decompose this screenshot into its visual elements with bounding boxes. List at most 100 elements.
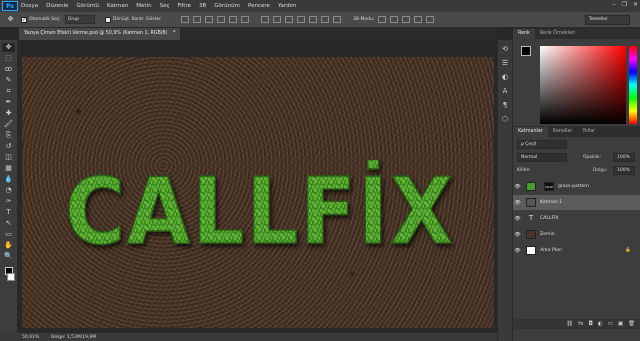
workspace-dropdown[interactable]: Temeller [585, 15, 630, 25]
menu-item-3b[interactable]: 3B [199, 3, 206, 9]
layer-row[interactable]: 👁 Arka Plan 🔒 [513, 243, 640, 258]
zoom-level[interactable]: 50,91% [22, 335, 39, 340]
link-layers-icon[interactable]: ⛓ [566, 321, 573, 327]
foreground-color-swatch[interactable] [521, 46, 531, 56]
brush-tool-icon[interactable]: 🖌 [2, 120, 15, 129]
document-info[interactable]: Belge: 1,53M/19,9M [51, 335, 96, 340]
menu-item-dosya[interactable]: Dosya [21, 3, 38, 9]
tab-swatches[interactable]: Renk Örnekleri [535, 29, 580, 39]
menu-item-sec[interactable]: Seç [160, 3, 170, 9]
menu-item-katman[interactable]: Katman [107, 3, 128, 9]
eyedropper-tool-icon[interactable]: ✒ [2, 98, 15, 107]
menu-item-filtre[interactable]: Filtre [177, 3, 191, 9]
visibility-eye-icon[interactable]: 👁 [513, 184, 522, 190]
move-tool-preset-icon[interactable]: ✥ [4, 15, 17, 24]
distribute-vcenter-icon[interactable] [273, 16, 282, 23]
history-brush-tool-icon[interactable]: ↺ [2, 142, 15, 151]
align-top-icon[interactable] [181, 16, 190, 23]
menu-item-yardim[interactable]: Yardım [278, 3, 297, 9]
gradient-tool-icon[interactable]: ▦ [2, 164, 15, 173]
character-panel-icon[interactable]: A [501, 87, 510, 95]
tab-color[interactable]: Renk [513, 29, 535, 39]
menu-item-duzenle[interactable]: Düzenle [46, 3, 68, 9]
menu-item-metin[interactable]: Metin [136, 3, 151, 9]
hand-tool-icon[interactable]: ✋ [2, 241, 15, 250]
layer-row[interactable]: 👁 T CALLFİX [513, 211, 640, 226]
menu-item-gorunum[interactable]: Görünüm [214, 3, 240, 9]
type-tool-icon[interactable]: T [2, 208, 15, 217]
trash-icon[interactable]: 🗑 [628, 321, 635, 327]
3d-pan-icon[interactable] [402, 16, 411, 23]
adjustment-icon[interactable]: ◐ [598, 321, 603, 327]
path-select-tool-icon[interactable]: ↖ [2, 219, 15, 228]
document-canvas[interactable]: CALLFİX [22, 57, 494, 328]
eraser-tool-icon[interactable]: ◫ [2, 153, 15, 162]
document-tab[interactable]: Yazıya Çimen Efekti Verme.psd @ 50,9% (K… [19, 28, 181, 40]
document-tab-close-icon[interactable]: * [173, 31, 175, 36]
align-vcenter-icon[interactable] [193, 16, 202, 23]
distribute-top-icon[interactable] [261, 16, 270, 23]
tab-paths[interactable]: Yollar [577, 127, 600, 137]
dodge-tool-icon[interactable]: ◔ [2, 186, 15, 195]
align-left-icon[interactable] [217, 16, 226, 23]
new-layer-icon[interactable]: ▣ [618, 321, 623, 327]
quick-select-tool-icon[interactable]: ✎ [2, 76, 15, 85]
opacity-input[interactable]: 100% [613, 153, 635, 162]
distribute-bottom-icon[interactable] [285, 16, 294, 23]
clone-stamp-tool-icon[interactable]: ⎘ [2, 131, 15, 140]
3d-panel-icon[interactable]: ⬡ [501, 115, 510, 123]
adjustments-panel-icon[interactable]: ◐ [501, 73, 510, 81]
pen-tool-icon[interactable]: ✑ [2, 197, 15, 206]
history-panel-icon[interactable]: ⟲ [501, 45, 510, 53]
minimize-icon[interactable]: – [613, 1, 616, 8]
distribute-hcenter-icon[interactable] [309, 16, 318, 23]
paragraph-panel-icon[interactable]: ¶ [501, 101, 510, 109]
auto-align-icon[interactable] [333, 16, 342, 23]
close-window-icon[interactable]: ✕ [633, 1, 638, 8]
visibility-eye-icon[interactable]: 👁 [513, 248, 522, 254]
transform-controls-option[interactable]: Dönüşt. Kontr. Göster [104, 16, 161, 23]
group-icon[interactable]: ▭ [608, 321, 613, 327]
lasso-tool-icon[interactable]: ꝏ [2, 65, 15, 74]
layer-mask-thumbnail[interactable]: CALLFIX [544, 182, 554, 191]
shape-tool-icon[interactable]: ▭ [2, 230, 15, 239]
layer-row[interactable]: 👁 Zemin [513, 227, 640, 242]
distribute-left-icon[interactable] [297, 16, 306, 23]
visibility-eye-icon[interactable]: 👁 [513, 216, 522, 222]
layer-row[interactable]: 👁 CALLFIX grass-pattern [513, 179, 640, 194]
auto-select-mode-dropdown[interactable]: Grup [64, 15, 95, 24]
auto-select-checkbox[interactable] [21, 16, 27, 23]
align-right-icon[interactable] [241, 16, 250, 23]
3d-roll-icon[interactable] [390, 16, 399, 23]
tab-channels[interactable]: Kanallar [548, 127, 578, 137]
tab-layers[interactable]: Katmanlar [513, 127, 548, 137]
hue-slider[interactable] [629, 46, 637, 124]
restore-icon[interactable]: ❐ [622, 1, 627, 8]
transform-controls-checkbox[interactable] [104, 16, 111, 23]
fx-icon[interactable]: fx [578, 321, 583, 327]
visibility-eye-icon[interactable]: 👁 [513, 232, 522, 238]
zoom-tool-icon[interactable]: 🔍 [2, 252, 15, 261]
background-color-swatch-tool[interactable] [7, 273, 15, 281]
mask-icon[interactable]: ◘ [588, 321, 592, 327]
visibility-eye-icon[interactable]: 👁 [513, 200, 522, 206]
blur-tool-icon[interactable]: 💧 [2, 175, 15, 184]
layer-row[interactable]: 👁 Katman 1 [513, 195, 640, 210]
blend-mode-dropdown[interactable]: Normal [517, 153, 567, 162]
properties-panel-icon[interactable]: ☰ [501, 59, 510, 67]
align-bottom-icon[interactable] [205, 16, 214, 23]
menu-item-goruntu[interactable]: Görüntü [76, 3, 99, 9]
3d-scale-icon[interactable] [426, 16, 435, 23]
color-saturation-field[interactable] [540, 46, 626, 124]
distribute-right-icon[interactable] [321, 16, 330, 23]
move-tool-icon[interactable]: ✥ [2, 43, 15, 52]
crop-tool-icon[interactable]: ⌗ [2, 87, 15, 96]
3d-slide-icon[interactable] [414, 16, 423, 23]
3d-rotate-icon[interactable] [378, 16, 387, 23]
fill-input[interactable]: 100% [613, 166, 635, 175]
auto-select-option[interactable]: Otomatik Seç: [21, 16, 61, 23]
marquee-tool-icon[interactable]: ⬚ [2, 54, 15, 63]
menu-item-pencere[interactable]: Pencere [248, 3, 270, 9]
healing-brush-tool-icon[interactable]: ✚ [2, 109, 15, 118]
align-hcenter-icon[interactable] [229, 16, 238, 23]
